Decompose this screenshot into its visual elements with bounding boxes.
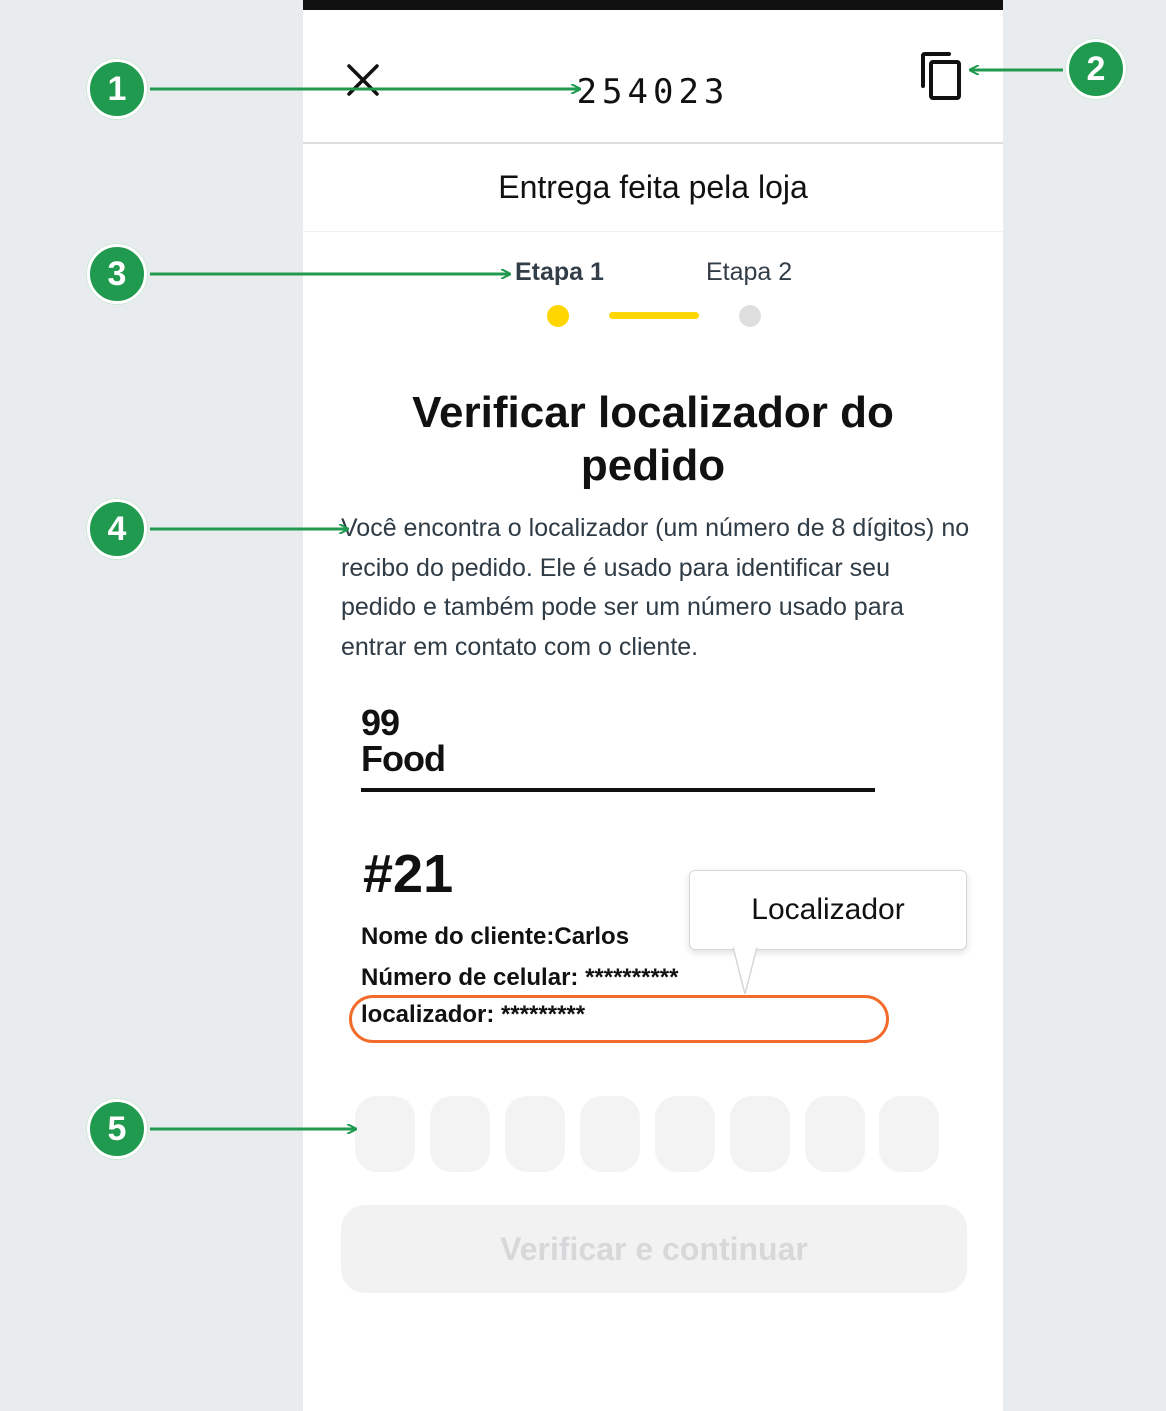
- delivery-type-title: Entrega feita pela loja: [303, 143, 1003, 232]
- step-2-indicator: [739, 305, 761, 327]
- callout-3: 3: [87, 244, 147, 304]
- step-1-indicator: [547, 305, 569, 327]
- order-code: 254023: [576, 72, 730, 112]
- locator-code-input: [355, 1096, 955, 1172]
- code-digit-box-1[interactable]: [355, 1096, 415, 1172]
- copy-icon[interactable]: [919, 50, 967, 102]
- code-digit-box-4[interactable]: [580, 1096, 640, 1172]
- callout-5: 5: [87, 1099, 147, 1159]
- logo-line-1: 99: [361, 702, 400, 743]
- code-digit-box-6[interactable]: [730, 1096, 790, 1172]
- callout-2: 2: [1066, 39, 1126, 99]
- receipt-customer-name: Nome do cliente:Carlos: [361, 923, 630, 950]
- step-2-label: Etapa 2: [706, 258, 793, 286]
- instruction-text: Você encontra o localizador (um número d…: [341, 514, 970, 661]
- code-digit-box-7[interactable]: [805, 1096, 865, 1172]
- callout-1: 1: [87, 59, 147, 119]
- logo-line-2: Food: [361, 738, 446, 779]
- code-digit-box-3[interactable]: [505, 1096, 565, 1172]
- code-digit-box-2[interactable]: [430, 1096, 490, 1172]
- code-digit-box-8[interactable]: [879, 1096, 939, 1172]
- step-progress-bar: [609, 312, 699, 319]
- locator-tooltip: Localizador: [689, 870, 967, 950]
- food-logo: 99 Food: [361, 702, 446, 779]
- locator-highlight: [349, 995, 889, 1043]
- receipt-order-number: #21: [363, 844, 454, 904]
- code-digit-box-5[interactable]: [655, 1096, 715, 1172]
- tooltip-pointer: [733, 946, 757, 994]
- callout-4: 4: [87, 499, 147, 559]
- step-1-label: Etapa 1: [515, 258, 604, 286]
- receipt-divider: [361, 788, 875, 792]
- header: 254023: [303, 10, 1003, 144]
- receipt-phone: Número de celular: **********: [361, 964, 679, 991]
- verify-continue-button[interactable]: Verificar e continuar: [341, 1205, 967, 1293]
- status-bar: [303, 0, 1003, 10]
- phone-screen: 254023 Entrega feita pela loja Etapa 1 E…: [303, 0, 1003, 1411]
- page-title: Verificar localizador do pedido: [412, 388, 894, 490]
